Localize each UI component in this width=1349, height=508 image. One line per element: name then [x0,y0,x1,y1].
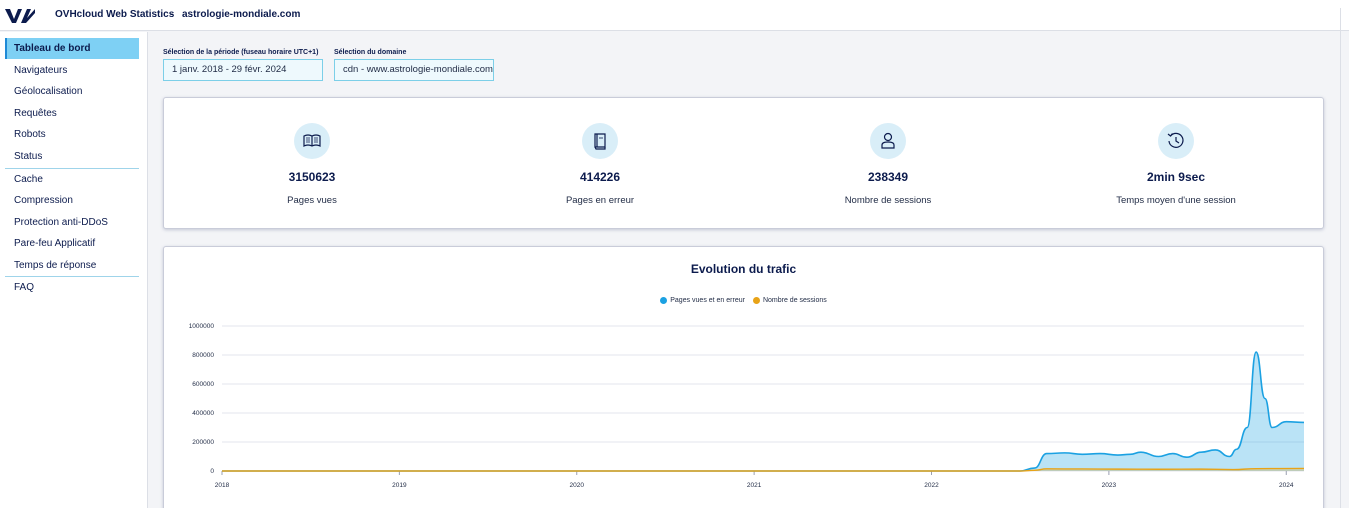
stat-label: Temps moyen d'une session [1116,195,1236,206]
traffic-chart: 1000000 800000 600000 400000 200000 02018 2019… [189,323,1305,489]
sidebar-item-protection-anti-ddos[interactable]: Protection anti-DDoS [5,212,139,233]
top-bar: OVHcloud Web Statistics - astrologie-mon… [0,0,1349,31]
ovhcloud-logo[interactable] [5,7,35,25]
stat-value: 238349 [867,170,909,184]
sidebar-item-temps-de-reponse[interactable]: Temps de réponse [5,255,139,276]
clock-icon [1158,123,1194,159]
sidebar-item-geolocalisation[interactable]: Géolocalisation [5,81,139,102]
stat-value: 3150623 [288,170,336,184]
sidebar-item-cache[interactable]: Cache [5,169,139,190]
sidebar-item-faq[interactable]: FAQ [5,277,139,298]
stat-label: Pages en erreur [565,195,635,206]
sidebar-item-requetes[interactable]: Requêtes [5,103,139,124]
broken-book-icon [582,123,618,159]
stat-pages-vues: 3150623 Pages vues [212,123,412,206]
pages-series-area [222,352,1304,471]
stat-pages-en-erreur: 414226 Pages en erreur [500,123,700,206]
stats-card: 3150623 Pages vues 414226 Pages en erreu… [163,97,1324,229]
book-open-icon [294,123,330,159]
sidebar-item-pare-feu-applicatif[interactable]: Pare-feu Applicatif [5,233,139,254]
y-tick-label: 1000000 [189,323,215,330]
sidebar-item-status[interactable]: Status [5,146,139,167]
sidebar-item-tableau-de-bord[interactable]: Tableau de bord [5,38,139,59]
app-title: OVHcloud Web Statistics [55,9,175,20]
stat-nombre-de-sessions: 238349 Nombre de sessions [788,123,988,206]
title-separator: - [170,9,174,20]
x-tick-label: 2018 [215,482,230,489]
site-domain: astrologie-mondiale.com [182,9,301,20]
y-tick-label: 600000 [192,381,214,388]
x-tick-label: 2024 [1279,482,1294,489]
x-tick-label: 2022 [924,482,939,489]
domain-select[interactable]: cdn - www.astrologie-mondiale.com [334,59,494,81]
sidebar-item-navigateurs[interactable]: Navigateurs [5,60,139,81]
sidebar-item-compression[interactable]: Compression [5,190,139,211]
y-tick-label: 0 [210,468,214,475]
x-tick-label: 2020 [570,482,585,489]
stat-value: 2min 9sec [1146,170,1206,184]
sidebar: Tableau de bord Navigateurs Géolocalisat… [0,32,148,508]
x-tick-label: 2021 [747,482,762,489]
y-tick-label: 400000 [192,410,214,417]
stat-value: 414226 [579,170,621,184]
period-picker[interactable]: 1 janv. 2018 - 29 févr. 2024 [163,59,323,81]
page-edge-divider [1340,8,1341,508]
x-tick-label: 2023 [1102,482,1117,489]
stat-temps-moyen-session: 2min 9sec Temps moyen d'une session [1076,123,1276,206]
domain-label: Sélection du domaine [334,49,407,56]
x-tick-label: 2019 [392,482,407,489]
period-label: Sélection de la période (fuseau horaire … [163,49,319,56]
y-tick-label: 800000 [192,352,214,359]
y-tick-label: 200000 [192,439,214,446]
stat-label: Pages vues [287,195,337,206]
traffic-chart-card: Evolution du trafic Pages vues et en err… [163,246,1324,508]
stat-label: Nombre de sessions [844,195,932,206]
sidebar-item-robots[interactable]: Robots [5,124,139,145]
user-icon [870,123,906,159]
